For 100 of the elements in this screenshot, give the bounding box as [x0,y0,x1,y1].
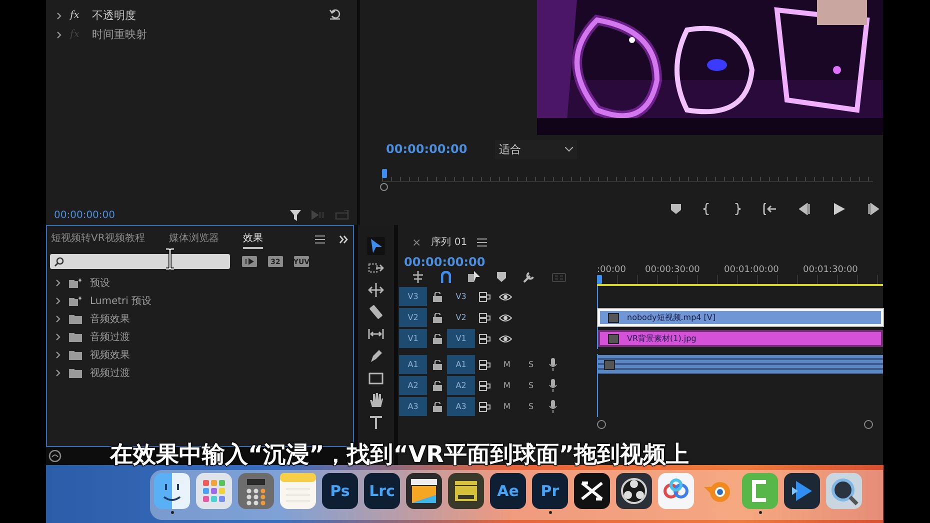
timecode[interactable]: 00:00:00:00 [54,210,116,220]
effect-folder-label[interactable]: 音频过渡 [90,330,130,344]
preset-folder-icon[interactable] [69,278,82,288]
track-target[interactable]: A1 [447,355,475,374]
track-target[interactable]: V1 [447,329,475,348]
marker-icon[interactable] [497,272,506,282]
close-button[interactable]: × [412,236,422,248]
cloud-rings-icon[interactable] [658,473,694,509]
folder-icon[interactable] [69,368,82,378]
audio-clip[interactable] [598,355,883,374]
magnifier-icon[interactable] [826,473,862,509]
expand-chevron-icon[interactable] [56,12,62,20]
calculator-icon[interactable] [238,473,274,509]
ring-logo-icon[interactable] [616,473,652,509]
eye-icon[interactable] [498,334,512,342]
insert-sequence-icon[interactable] [412,271,424,283]
scroll-handle[interactable] [864,420,873,428]
play-icon[interactable] [784,473,820,509]
linked-selection-icon[interactable] [468,271,480,283]
panel-tab[interactable]: 效果 [242,229,263,249]
panel-tab[interactable]: 短视频转VR视频教程 [51,229,145,249]
sync-lock-icon[interactable] [479,380,491,390]
snap-magnet-icon[interactable] [441,271,451,283]
microphone-icon[interactable] [549,400,557,413]
sync-lock-icon[interactable] [479,334,491,344]
scroll-handle[interactable] [597,420,606,428]
search-field[interactable] [50,254,230,269]
wrench-icon[interactable] [523,271,535,283]
menu-icon[interactable] [477,238,488,246]
eye-icon[interactable] [498,314,512,322]
sync-lock-icon[interactable] [479,312,491,322]
track-target[interactable]: A2 [447,376,475,395]
app-button[interactable]: Ae [490,473,526,509]
app-button[interactable]: Lrc [364,473,400,509]
effect-folder-label[interactable]: 音频效果 [90,312,130,326]
source-patch[interactable]: A1 [399,355,427,374]
accelerated-filter-icon[interactable] [242,256,257,267]
effect-folder-label[interactable]: Lumetri 预设 [90,294,152,308]
solo-button[interactable]: S [519,402,543,411]
menu-icon[interactable] [315,234,325,244]
preset-folder-icon[interactable] [69,296,82,306]
expand-chevron-icon[interactable] [55,369,61,377]
mark-in-icon[interactable] [703,203,711,215]
solo-button[interactable]: S [519,360,543,369]
expand-chevron-icon[interactable] [55,351,61,359]
track-target[interactable]: V2 [447,308,475,327]
panel-tab[interactable]: 媒体浏览器 [168,229,219,249]
expand-chevron-icon[interactable] [55,279,61,287]
effect-folder-label[interactable]: 视频效果 [90,348,130,362]
play-icon[interactable] [833,203,845,215]
folder-icon[interactable] [69,350,82,360]
app-button[interactable]: Pr [532,473,568,509]
cloud-sync-icon[interactable] [48,450,62,462]
sync-lock-icon[interactable] [479,360,491,370]
timecode[interactable]: 00:00:00:00 [386,142,468,156]
step-back-icon[interactable] [799,203,811,215]
video-clip[interactable]: nobody短视频.mp4 [V] [598,309,883,326]
folder-icon[interactable] [69,314,82,324]
fx-toggle[interactable]: fx [70,10,84,21]
effect-folder-label[interactable]: 预设 [90,276,110,290]
crossed-strokes-icon[interactable] [574,473,610,509]
sync-lock-icon[interactable] [479,402,491,412]
track-target[interactable]: A3 [447,397,475,416]
go-to-in-icon[interactable] [763,203,777,215]
clapperboard-icon[interactable] [406,473,442,509]
lock-icon[interactable] [432,334,442,344]
source-patch[interactable]: V3 [399,287,427,306]
sync-lock-icon[interactable] [479,292,491,302]
expand-chevron-icon[interactable] [55,315,61,323]
timecode[interactable]: 00:00:00:00 [404,255,597,269]
overflow-chevrons-icon[interactable] [339,234,349,244]
app-button[interactable]: Ps [322,473,358,509]
lock-icon[interactable] [432,292,442,302]
mark-out-icon[interactable] [733,203,741,215]
expand-chevron-icon[interactable] [56,30,62,38]
folder-icon[interactable] [69,332,82,342]
marker-icon[interactable] [671,204,681,214]
expand-chevron-icon[interactable] [55,333,61,341]
source-patch[interactable]: A3 [399,397,427,416]
track-target[interactable]: V3 [447,287,475,306]
source-patch[interactable]: V2 [399,308,427,327]
eye-icon[interactable] [498,292,512,300]
smiley-face-icon[interactable] [154,473,190,509]
source-patch[interactable]: A2 [399,376,427,395]
mute-button[interactable]: M [495,402,519,411]
lock-icon[interactable] [432,402,442,412]
step-forward-icon[interactable] [867,203,879,215]
source-patch[interactable]: V1 [399,329,427,348]
sequence-tab[interactable]: 序列 01 [431,235,468,249]
expand-chevron-icon[interactable] [55,297,61,305]
microphone-icon[interactable] [549,379,557,392]
filter-icon[interactable] [290,210,301,220]
zoom-dropdown[interactable]: 适合 [495,140,578,158]
video-clip[interactable]: VR背景素材(1).jpg [598,330,883,347]
lock-icon[interactable] [432,360,442,370]
microphone-icon[interactable] [549,358,557,371]
zoom-handle[interactable] [380,183,388,191]
lock-icon[interactable] [432,380,442,390]
reset-icon[interactable] [329,8,341,20]
clapperboard-icon[interactable] [448,473,484,509]
